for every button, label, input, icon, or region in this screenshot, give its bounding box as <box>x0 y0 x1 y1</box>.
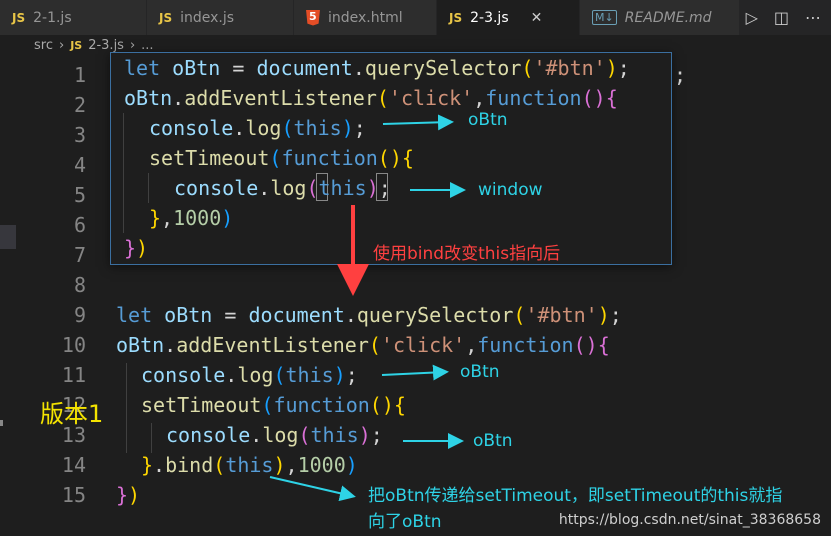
snapshot-line-2: oBtn.addEventListener('click',function()… <box>124 86 618 110</box>
annotation-main-obtn-2: oBtn <box>473 431 513 451</box>
tab-bar: JS 2-1.js JS index.js index.html JS 2-3.… <box>0 0 831 35</box>
annotation-popup-window: window <box>478 180 543 200</box>
line-number: 8 <box>73 273 86 297</box>
annotation-bottom-note-1: 把oBtn传递给setTimeout，即setTimeout的this就指 <box>368 486 783 506</box>
breadcrumb-file[interactable]: 2-3.js <box>88 38 124 53</box>
tab-label: index.html <box>328 9 403 26</box>
watermark: https://blog.csdn.net/sinat_38368658 <box>558 512 821 528</box>
annotation-popup-obtn: oBtn <box>468 110 508 130</box>
breadcrumb-more[interactable]: ... <box>141 38 153 53</box>
breadcrumb-folder[interactable]: src <box>34 38 53 53</box>
snapshot-line-7: }) <box>124 236 149 260</box>
snapshot-line-5: console.log(this); <box>174 176 391 200</box>
code-line-10: oBtn.addEventListener('click',function()… <box>116 333 610 357</box>
annotation-version: 版本1 <box>40 400 104 428</box>
line-number: 9 <box>73 303 86 327</box>
tab-2-3-js[interactable]: JS 2-3.js ✕ <box>437 0 580 35</box>
editor-actions: ▷ ◫ ⋯ <box>745 0 831 35</box>
chevron-right-icon: › <box>58 38 65 53</box>
js-file-icon: JS <box>159 10 173 25</box>
code-line-9: let oBtn = document.querySelector('#btn'… <box>116 303 622 327</box>
chevron-right-icon: › <box>129 38 136 53</box>
active-indicator <box>0 225 16 249</box>
line-number: 14 <box>61 453 86 477</box>
line-number: 6 <box>73 213 86 237</box>
line-number: 11 <box>61 363 86 387</box>
code-line-11: console.log(this); <box>141 363 358 387</box>
indent-guide <box>148 173 149 203</box>
snapshot-line-6: },1000) <box>149 206 234 230</box>
tab-readme-md[interactable]: M↓ README.md <box>580 0 740 35</box>
indent-guide <box>123 113 124 233</box>
tab-label: 2-3.js <box>470 9 509 26</box>
tab-label: 2-1.js <box>33 9 72 26</box>
code-line-15: }) <box>116 483 141 507</box>
breadcrumb: src › JS 2-3.js › ... <box>34 38 154 53</box>
run-icon[interactable]: ▷ <box>746 8 758 27</box>
code-line-14: }.bind(this),1000) <box>141 453 358 477</box>
tab-label: index.js <box>180 9 235 26</box>
tab-index-html[interactable]: index.html <box>294 0 437 35</box>
indent-guide <box>151 423 152 453</box>
line-number: 15 <box>61 483 86 507</box>
tab-2-1-js[interactable]: JS 2-1.js <box>0 0 147 35</box>
annotation-bottom-note-2: 向了oBtn <box>368 512 442 532</box>
scroll-tick <box>0 420 3 426</box>
code-snapshot-overlay: let oBtn = document.querySelector('#btn'… <box>110 52 672 265</box>
hidden-code-fragment: ; <box>674 63 687 87</box>
js-file-icon: JS <box>449 10 463 25</box>
snapshot-line-1: let oBtn = document.querySelector('#btn'… <box>124 56 630 80</box>
split-editor-icon[interactable]: ◫ <box>774 8 789 27</box>
code-line-12: setTimeout(function(){ <box>141 393 406 417</box>
line-number: 1 <box>73 63 86 87</box>
line-number: 3 <box>73 123 86 147</box>
more-actions-icon[interactable]: ⋯ <box>805 8 821 27</box>
indent-guide <box>126 363 127 453</box>
tab-index-js[interactable]: JS index.js <box>147 0 294 35</box>
tab-label: README.md <box>624 9 712 26</box>
line-number: 7 <box>73 243 86 267</box>
snapshot-line-3: console.log(this); <box>149 116 366 140</box>
js-file-icon: JS <box>12 10 26 25</box>
js-file-icon: JS <box>70 39 83 52</box>
activity-strip <box>0 60 16 536</box>
annotation-main-obtn-1: oBtn <box>460 362 500 382</box>
annotation-change-note: 使用bind改变this指向后 <box>373 244 561 264</box>
line-number: 4 <box>73 153 86 177</box>
html5-file-icon <box>306 9 320 26</box>
line-number: 5 <box>73 183 86 207</box>
markdown-file-icon: M↓ <box>592 10 617 25</box>
snapshot-line-4: setTimeout(function(){ <box>149 146 414 170</box>
line-number: 2 <box>73 93 86 117</box>
code-line-13: console.log(this); <box>166 423 383 447</box>
line-number: 10 <box>61 333 86 357</box>
close-icon[interactable]: ✕ <box>531 10 543 26</box>
